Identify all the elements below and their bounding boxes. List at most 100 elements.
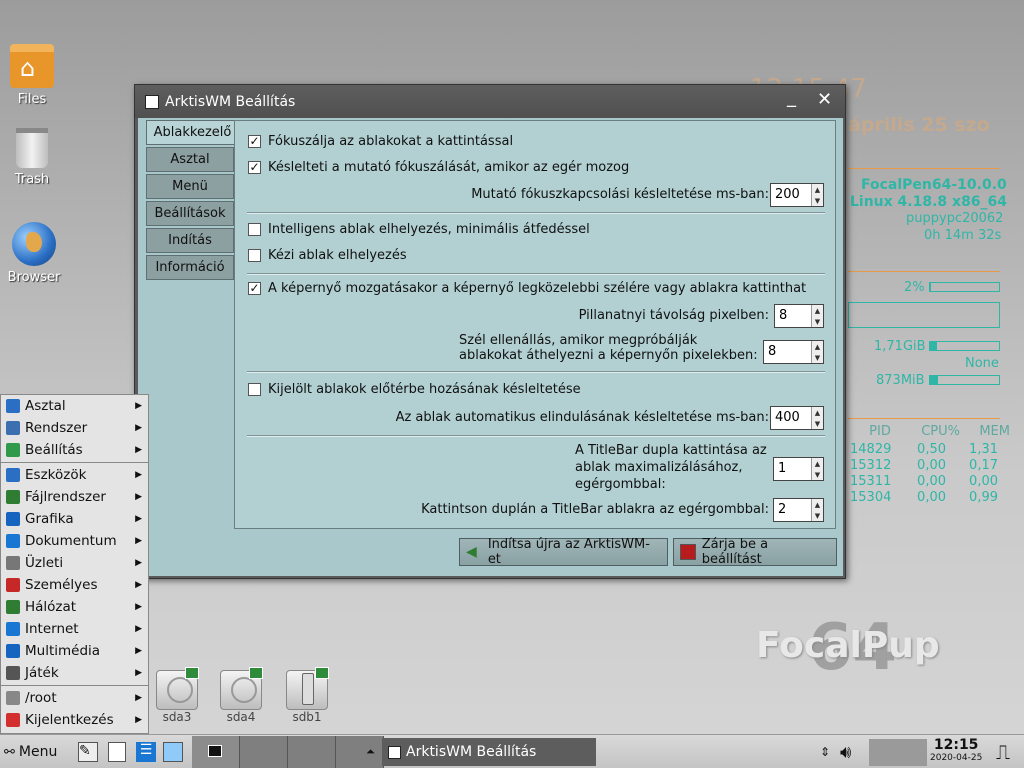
workspace-4[interactable] bbox=[336, 736, 384, 768]
drive-sda3[interactable]: sda3 bbox=[152, 667, 202, 724]
menu-item-logout[interactable]: Kijelentkezés ▶ bbox=[1, 709, 148, 731]
desktop-icon-trash[interactable]: Trash bbox=[0, 128, 64, 187]
spinner-arrows-icon[interactable]: ▲ ▼ bbox=[811, 407, 823, 429]
spinner-value[interactable]: 8 bbox=[764, 341, 811, 363]
proc-header: CPU% bbox=[921, 424, 960, 439]
spinner-value[interactable]: 1 bbox=[774, 458, 811, 480]
snap-checkbox[interactable]: ✓ bbox=[248, 282, 261, 295]
conky-cpu-graph bbox=[848, 302, 1000, 328]
menu-item-szemelyes[interactable]: Személyes ▶ bbox=[1, 574, 148, 596]
sort-arrows-icon[interactable]: ⇕ bbox=[820, 738, 830, 766]
spinner-value[interactable]: 8 bbox=[775, 305, 811, 327]
button-label: Indítsa újra az ArktisWM-et bbox=[487, 537, 650, 567]
menu-item-beallitas[interactable]: Beállítás ▶ bbox=[1, 439, 148, 461]
show-desktop-icon[interactable]: ⎍ bbox=[996, 738, 1010, 766]
workspace-1[interactable] bbox=[192, 736, 240, 768]
network-icon bbox=[6, 600, 20, 614]
tab-info[interactable]: Információ bbox=[146, 255, 234, 280]
brand-name: FocalPup bbox=[756, 625, 940, 666]
tab-settings[interactable]: Beállítások bbox=[146, 201, 234, 226]
settings-panel: ✓ Fókuszálja az ablakokat a kattintással… bbox=[234, 120, 836, 529]
spinner-arrows-icon[interactable]: ▲ ▼ bbox=[811, 184, 823, 206]
spinner-arrows-icon[interactable]: ▲ ▼ bbox=[811, 305, 823, 327]
desktop-icon-label: Files bbox=[17, 92, 47, 107]
manual-place-option[interactable]: Kézi ablak elhelyezés bbox=[248, 248, 407, 263]
menu-item-grafika[interactable]: Grafika ▶ bbox=[1, 508, 148, 530]
chevron-right-icon: ▶ bbox=[135, 602, 142, 612]
volume-icon[interactable]: 🔊︎ bbox=[840, 738, 851, 766]
workspace-3[interactable] bbox=[288, 736, 336, 768]
menu-item-jatek[interactable]: Játék ▶ bbox=[1, 662, 148, 684]
spinner-arrows-icon[interactable]: ▲ ▼ bbox=[811, 499, 823, 521]
network-monitor[interactable] bbox=[869, 739, 927, 766]
menu-item-rendszer[interactable]: Rendszer ▶ bbox=[1, 417, 148, 439]
brand-watermark: 64 FocalPup bbox=[756, 611, 940, 685]
close-button[interactable]: ✕ bbox=[817, 89, 832, 110]
focus-click-option[interactable]: ✓ Fókuszálja az ablakokat a kattintással bbox=[248, 134, 513, 149]
task-button[interactable]: ArktisWM Beállítás bbox=[382, 738, 596, 766]
proc-mem: 0,17 bbox=[969, 458, 998, 473]
minimize-button[interactable]: _ bbox=[787, 87, 796, 108]
menu-item-internet[interactable]: Internet ▶ bbox=[1, 618, 148, 640]
restart-button[interactable]: ◀ Indítsa újra az ArktisWM-et bbox=[459, 537, 668, 567]
menu-button[interactable]: ⚯ Menu bbox=[4, 738, 57, 766]
quicklaunch-image-viewer[interactable] bbox=[163, 738, 183, 766]
menu-item-uzleti[interactable]: Üzleti ▶ bbox=[1, 552, 148, 574]
chevron-right-icon: ▶ bbox=[135, 423, 142, 433]
quicklaunch-editor[interactable]: ✎ bbox=[78, 738, 98, 766]
double-click-max-spinner[interactable]: 1 ▲ ▼ bbox=[773, 457, 824, 481]
quicklaunch-blank[interactable] bbox=[108, 738, 126, 766]
autoraise-spinner[interactable]: 400 ▲ ▼ bbox=[770, 406, 824, 430]
option-label: Kézi ablak elhelyezés bbox=[268, 248, 407, 263]
smart-place-checkbox[interactable] bbox=[248, 223, 261, 236]
tab-menu[interactable]: Menü bbox=[146, 174, 234, 199]
task-up-arrow-icon[interactable]: ⏶ bbox=[366, 738, 375, 766]
menu-item-asztal[interactable]: Asztal ▶ bbox=[1, 395, 148, 417]
raise-delay-option[interactable]: Kijelölt ablakok előtérbe hozásának késl… bbox=[248, 382, 581, 397]
spinner-value[interactable]: 400 bbox=[771, 407, 811, 429]
menu-item-label: Rendszer bbox=[25, 420, 88, 436]
tab-desktop[interactable]: Asztal bbox=[146, 147, 234, 172]
raise-delay-checkbox[interactable] bbox=[248, 383, 261, 396]
menu-item-multimedia[interactable]: Multimédia ▶ bbox=[1, 640, 148, 662]
chevron-right-icon: ▶ bbox=[135, 536, 142, 546]
business-icon bbox=[6, 556, 20, 570]
conky-swap: None bbox=[965, 356, 999, 371]
manual-place-checkbox[interactable] bbox=[248, 249, 261, 262]
spinner-arrows-icon[interactable]: ▲ ▼ bbox=[811, 458, 823, 480]
double-click-title-spinner[interactable]: 2 ▲ ▼ bbox=[773, 498, 824, 522]
quicklaunch-files[interactable]: ☰ bbox=[136, 738, 156, 766]
focus-delay-spinner[interactable]: 200 ▲ ▼ bbox=[770, 183, 824, 207]
menu-item-label: Kijelentkezés bbox=[25, 712, 114, 728]
desktop-icon-files[interactable]: Files bbox=[0, 44, 64, 107]
spinner-value[interactable]: 2 bbox=[774, 499, 811, 521]
clock-date: 2020-04-25 bbox=[930, 753, 983, 763]
delay-focus-checkbox[interactable]: ✓ bbox=[248, 161, 261, 174]
drive-sdb1[interactable]: sdb1 bbox=[282, 667, 332, 724]
tab-window-manager[interactable]: Ablakkezelő bbox=[146, 120, 238, 145]
menu-item-eszkozok[interactable]: Eszközök ▶ bbox=[1, 464, 148, 486]
menu-item-halozat[interactable]: Hálózat ▶ bbox=[1, 596, 148, 618]
proc-pid: 15304 bbox=[850, 490, 892, 505]
drive-label: sda3 bbox=[162, 710, 192, 724]
menu-item-dokumentum[interactable]: Dokumentum ▶ bbox=[1, 530, 148, 552]
snap-distance-spinner[interactable]: 8 ▲ ▼ bbox=[774, 304, 824, 328]
tab-startup[interactable]: Indítás bbox=[146, 228, 234, 253]
snap-option[interactable]: ✓ A képernyő mozgatásakor a képernyő leg… bbox=[248, 281, 806, 296]
workspace-2[interactable] bbox=[240, 736, 288, 768]
spinner-value[interactable]: 200 bbox=[771, 184, 811, 206]
spinner-arrows-icon[interactable]: ▲ ▼ bbox=[811, 341, 823, 363]
clock[interactable]: 12:15 2020-04-25 bbox=[930, 737, 982, 767]
menu-item-root[interactable]: /root ▶ bbox=[1, 687, 148, 709]
close-settings-button[interactable]: Zárja be a beállítást bbox=[673, 537, 837, 567]
chevron-right-icon: ▶ bbox=[135, 558, 142, 568]
focus-click-checkbox[interactable]: ✓ bbox=[248, 135, 261, 148]
delay-focus-option[interactable]: ✓ Késlelteti a mutató fókuszálását, amik… bbox=[248, 160, 629, 175]
drive-sda4[interactable]: sda4 bbox=[216, 667, 266, 724]
dialog-titlebar[interactable]: ArktisWM Beállítás _ ✕ bbox=[135, 85, 845, 118]
desktop-icon-browser[interactable]: Browser bbox=[2, 222, 66, 285]
edge-resistance-spinner[interactable]: 8 ▲ ▼ bbox=[763, 340, 824, 364]
smart-place-option[interactable]: Intelligens ablak elhelyezés, minimális … bbox=[248, 222, 590, 237]
menu-item-fajlrendszer[interactable]: Fájlrendszer ▶ bbox=[1, 486, 148, 508]
chevron-right-icon: ▶ bbox=[135, 492, 142, 502]
